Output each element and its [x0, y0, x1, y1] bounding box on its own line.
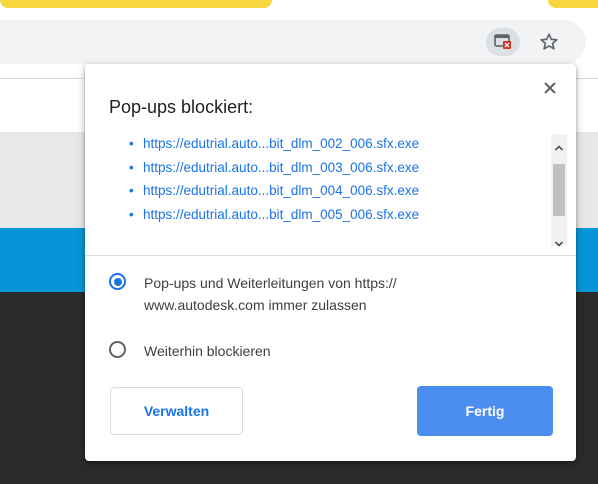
blocked-popup-link[interactable]: • https://edutrial.auto...bit_dlm_002_006…: [129, 132, 549, 156]
scrollbar-thumb[interactable]: [553, 164, 565, 216]
list-scrollbar[interactable]: [551, 134, 567, 247]
bubble-divider: [85, 255, 576, 256]
popup-blocked-button[interactable]: [486, 28, 520, 56]
scroll-up-button[interactable]: [551, 140, 567, 156]
allow-popups-label: Pop-ups und Weiterleitungen von https://…: [144, 275, 397, 313]
tab-strip-accent-right: [548, 0, 598, 8]
blocked-popups-list: • https://edutrial.auto...bit_dlm_002_006…: [85, 132, 576, 248]
keep-blocking-radio[interactable]: [109, 341, 126, 358]
done-button[interactable]: Fertig: [417, 386, 553, 436]
popup-blocked-icon: [494, 34, 511, 49]
chevron-down-icon: [554, 241, 564, 247]
keep-blocking-option[interactable]: Weiterhin blockieren: [109, 340, 514, 362]
tab-strip-accent-left: [0, 0, 272, 8]
blocked-popup-link[interactable]: • https://edutrial.auto...bit_dlm_004_006…: [129, 179, 549, 203]
blocked-popup-link[interactable]: • https://edutrial.auto...bit_dlm_003_006…: [129, 156, 549, 180]
scroll-down-button[interactable]: [551, 236, 567, 252]
star-icon: [540, 33, 558, 50]
chevron-up-icon: [554, 145, 564, 151]
bubble-title: Pop-ups blockiert:: [109, 97, 254, 117]
allow-popups-radio[interactable]: [109, 273, 126, 290]
close-icon: [544, 82, 556, 94]
bookmark-button[interactable]: [534, 28, 564, 56]
blocked-popup-link[interactable]: • https://edutrial.auto...bit_dlm_005_006…: [129, 203, 549, 227]
manage-button[interactable]: Verwalten: [110, 387, 243, 435]
allow-popups-option[interactable]: Pop-ups und Weiterleitungen von https://…: [109, 272, 514, 316]
popup-blocked-bubble: Pop-ups blockiert: • https://edutrial.aut…: [85, 64, 576, 461]
keep-blocking-label: Weiterhin blockieren: [144, 343, 271, 359]
close-button[interactable]: [540, 78, 560, 98]
